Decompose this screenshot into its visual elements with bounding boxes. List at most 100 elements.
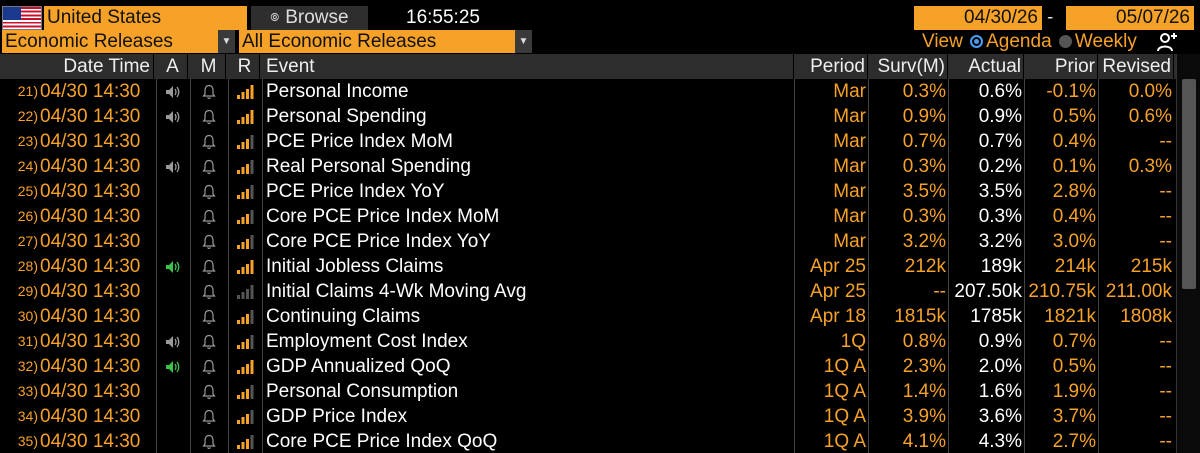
speaker-icon[interactable] [158,154,188,179]
bell-icon[interactable] [192,429,226,453]
row-event[interactable]: Personal Consumption [264,379,794,404]
table-row[interactable]: 25) 04/30 14:30 PCE Price Index YoY Mar 3.5%… [0,179,1200,204]
table-row[interactable]: 28) 04/30 14:30 Initial Jobless Claims Apr … [0,254,1200,279]
row-number[interactable]: 34) [0,404,38,429]
row-event[interactable]: Employment Cost Index [264,329,794,354]
end-date-field[interactable]: 05/07/26 [1066,6,1194,30]
row-actual: 3.5% [978,181,1022,202]
bell-icon[interactable] [192,154,226,179]
row-actual: 0.3% [978,206,1022,227]
bell-icon[interactable] [192,104,226,129]
row-number[interactable]: 30) [0,304,38,329]
speaker-icon[interactable] [158,104,188,129]
table-row[interactable]: 34) 04/30 14:30 GDP Price Index 1Q A 3.9% 3.6… [0,404,1200,429]
header-surv[interactable]: Surv(M) [870,54,948,79]
row-number[interactable]: 27) [0,229,38,254]
weekly-radio[interactable] [1058,35,1072,48]
table-row[interactable]: 35) 04/30 14:30 Core PCE Price Index QoQ 1Q… [0,429,1200,453]
bell-icon[interactable] [192,304,226,329]
header-actual[interactable]: Actual [950,54,1024,79]
table-row[interactable]: 30) 04/30 14:30 Continuing Claims Apr 18 181… [0,304,1200,329]
bell-icon[interactable] [192,379,226,404]
row-event[interactable]: Personal Spending [264,104,794,129]
browse-button[interactable]: ⦾ Browse [251,6,368,30]
row-number[interactable]: 32) [0,354,38,379]
row-number[interactable]: 33) [0,379,38,404]
table-row[interactable]: 27) 04/30 14:30 Core PCE Price Index YoY Ma… [0,229,1200,254]
speaker-icon[interactable] [158,79,188,104]
row-number[interactable]: 31) [0,329,38,354]
release-type-dropdown[interactable]: Economic Releases ▼ [2,30,235,53]
header-m[interactable]: M [192,54,226,79]
row-number[interactable]: 26) [0,204,38,229]
row-prior: 0.1% [1052,156,1096,177]
chevron-down-icon[interactable]: ▼ [515,30,532,53]
row-event[interactable]: PCE Price Index MoM [264,129,794,154]
row-event[interactable]: GDP Price Index [264,404,794,429]
speaker-icon[interactable] [158,254,188,279]
bell-icon[interactable] [192,129,226,154]
bell-icon[interactable] [192,179,226,204]
row-prior: 2.8% [1052,181,1096,202]
agenda-label[interactable]: Agenda [986,31,1052,52]
row-event[interactable]: Personal Income [264,79,794,104]
header-period[interactable]: Period [796,54,868,79]
row-number[interactable]: 29) [0,279,38,304]
release-filter-dropdown[interactable]: All Economic Releases ▼ [239,30,532,53]
row-number[interactable]: 28) [0,254,38,279]
scrollbar-thumb[interactable] [1182,79,1196,289]
person-search-icon[interactable] [1156,32,1180,52]
row-event[interactable]: Initial Jobless Claims [264,254,794,279]
row-actual: 0.9% [978,106,1022,127]
start-date-field[interactable]: 04/30/26 [914,6,1042,30]
row-event[interactable]: Core PCE Price Index YoY [264,229,794,254]
us-flag-icon[interactable] [2,6,42,30]
bell-icon[interactable] [192,279,226,304]
header-date-time[interactable]: Date Time [40,54,154,79]
table-row[interactable]: 29) 04/30 14:30 Initial Claims 4-Wk Moving… [0,279,1200,304]
bell-icon[interactable] [192,229,226,254]
table-row[interactable]: 26) 04/30 14:30 Core PCE Price Index MoM Ma… [0,204,1200,229]
header-prior[interactable]: Prior [1026,54,1098,79]
row-event[interactable]: GDP Annualized QoQ [264,354,794,379]
row-number[interactable]: 25) [0,179,38,204]
row-revised: -- [1159,356,1172,377]
country-field[interactable]: United States [44,6,247,30]
row-survey: 0.3% [902,81,946,102]
weekly-label[interactable]: Weekly [1075,31,1137,52]
speaker-icon[interactable] [158,329,188,354]
bell-icon[interactable] [192,204,226,229]
header-revised[interactable]: Revised [1100,54,1174,79]
bell-icon[interactable] [192,79,226,104]
agenda-radio[interactable] [970,35,984,48]
table-row[interactable]: 22) 04/30 14:30 Personal Spending Mar 0.9% 0.… [0,104,1200,129]
row-event[interactable]: Real Personal Spending [264,154,794,179]
table-row[interactable]: 31) 04/30 14:30 Employment Cost Index 1Q 0.8… [0,329,1200,354]
row-number[interactable]: 22) [0,104,38,129]
header-event[interactable]: Event [264,54,794,79]
bell-icon[interactable] [192,404,226,429]
table-row[interactable]: 21) 04/30 14:30 Personal Income Mar 0.3% 0.6%… [0,79,1200,104]
table-row[interactable]: 32) 04/30 14:30 GDP Annualized QoQ 1Q A 2.3%… [0,354,1200,379]
bell-icon[interactable] [192,254,226,279]
row-number[interactable]: 21) [0,79,38,104]
row-event[interactable]: PCE Price Index YoY [264,179,794,204]
header-a[interactable]: A [158,54,188,79]
table-row[interactable]: 23) 04/30 14:30 PCE Price Index MoM Mar 0.7%… [0,129,1200,154]
bell-icon[interactable] [192,354,226,379]
row-prior: 3.0% [1052,231,1096,252]
row-number[interactable]: 23) [0,129,38,154]
row-event[interactable]: Core PCE Price Index MoM [264,204,794,229]
table-row[interactable]: 33) 04/30 14:30 Personal Consumption 1Q A 1.… [0,379,1200,404]
speaker-icon[interactable] [158,354,188,379]
bell-icon[interactable] [192,329,226,354]
vertical-scrollbar[interactable] [1176,54,1200,453]
header-r[interactable]: R [230,54,260,79]
row-number[interactable]: 24) [0,154,38,179]
row-event[interactable]: Initial Claims 4-Wk Moving Avg [264,279,794,304]
table-row[interactable]: 24) 04/30 14:30 Real Personal Spending Mar 0… [0,154,1200,179]
row-event[interactable]: Core PCE Price Index QoQ [264,429,794,453]
row-number[interactable]: 35) [0,429,38,453]
chevron-down-icon[interactable]: ▼ [218,30,235,53]
row-event[interactable]: Continuing Claims [264,304,794,329]
